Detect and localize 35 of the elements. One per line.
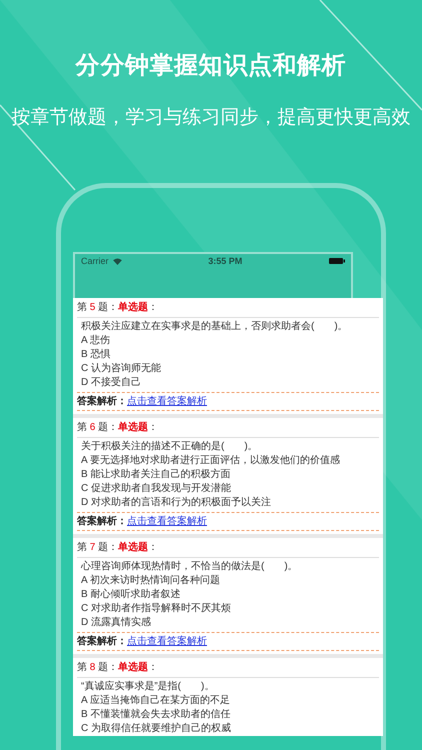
question-header: 第 5 题：单选题： bbox=[77, 300, 379, 318]
answer-option[interactable]: B 耐心倾听求助者叙述 bbox=[81, 588, 379, 602]
answer-option[interactable]: A 悲伤 bbox=[81, 334, 379, 348]
question-stem: 心理咨询师体现热情时，不恰当的做法是( )。 bbox=[81, 560, 299, 574]
subtitle: 按章节做题，学习与练习同步，提高更快更高效 bbox=[12, 106, 410, 130]
answer-option[interactable]: A 初次来访时热情询问各种问题 bbox=[81, 574, 379, 588]
answer-option[interactable]: C 促进求助者自我发现与开发潜能 bbox=[81, 482, 379, 496]
answer-label: 答案解析： bbox=[77, 514, 127, 528]
carrier-text: Carrier bbox=[81, 254, 109, 268]
answer-option[interactable]: D 不接受自己 bbox=[81, 376, 379, 390]
answer-option[interactable]: B 恐惧 bbox=[81, 348, 379, 362]
answer-option[interactable]: C 对求助者作指导解释时不厌其烦 bbox=[81, 602, 379, 616]
answer-option[interactable]: C 为取得信任就要维护自己的权威 bbox=[81, 722, 379, 736]
answer-option[interactable]: A 要无选择地对求助者进行正面评估，以激发他们的价值感 bbox=[81, 454, 379, 468]
question-stem: “真诚应实事求是”是指( )。 bbox=[81, 680, 216, 694]
question-header: 第 6 题：单选题： bbox=[77, 420, 379, 438]
view-answer-link[interactable]: 点击查看答案解析 bbox=[127, 394, 207, 408]
answer-option[interactable]: A 应适当掩饰自己在某方面的不足 bbox=[81, 694, 379, 708]
status-time: 3:55 PM bbox=[208, 254, 242, 268]
answer-option[interactable]: D 流露真情实感 bbox=[81, 616, 379, 630]
question-header: 第 7 题：单选题： bbox=[77, 540, 379, 558]
wifi-icon bbox=[112, 258, 122, 265]
headline: 分分钟掌握知识点和解析 bbox=[76, 51, 346, 81]
answer-label: 答案解析： bbox=[77, 634, 127, 648]
answer-option[interactable]: C 认为咨询师无能 bbox=[81, 362, 379, 376]
answer-option[interactable]: D 对求助者的言语和行为的积极面予以关注 bbox=[81, 496, 379, 510]
question-header: 第 8 题：单选题： bbox=[77, 660, 379, 678]
question-stem: 关于积极关注的描述不正确的是( )。 bbox=[81, 440, 259, 454]
view-answer-link[interactable]: 点击查看答案解析 bbox=[127, 634, 207, 648]
answer-label: 答案解析： bbox=[77, 394, 127, 408]
view-answer-link[interactable]: 点击查看答案解析 bbox=[127, 514, 207, 528]
answer-option[interactable]: B 能让求助者关注自己的积极方面 bbox=[81, 468, 379, 482]
battery-icon bbox=[329, 258, 345, 264]
answer-option[interactable]: B 不懂装懂就会失去求助者的信任 bbox=[81, 708, 379, 722]
question-stem: 积极关注应建立在实事求是的基础上，否则求助者会( )。 bbox=[81, 320, 349, 334]
